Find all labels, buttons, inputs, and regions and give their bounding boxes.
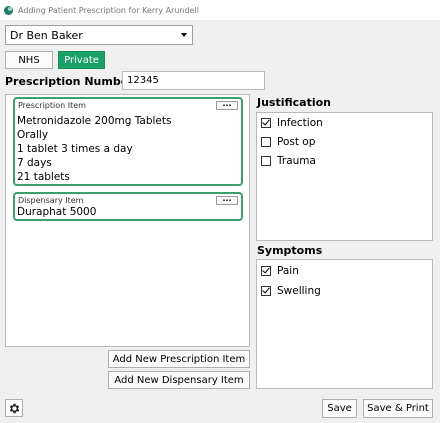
checkbox-label: Post op: [277, 136, 316, 148]
prescription-item-line: Orally: [17, 129, 49, 141]
prescription-item-menu-button[interactable]: ...: [216, 100, 238, 110]
checkbox-label: Swelling: [277, 285, 321, 297]
symptom-option-swelling[interactable]: Swelling: [261, 285, 321, 297]
nhs-button[interactable]: NHS: [5, 51, 53, 69]
checkbox[interactable]: [261, 266, 271, 276]
settings-button[interactable]: [5, 399, 23, 417]
chevron-down-icon: [181, 33, 187, 37]
justification-panel: Infection Post op Trauma: [256, 112, 433, 241]
prescription-number-input[interactable]: 12345: [122, 71, 265, 90]
prescription-item-caption: Prescription Item: [18, 101, 86, 110]
private-button[interactable]: Private: [58, 51, 105, 69]
justification-option-post-op[interactable]: Post op: [261, 136, 315, 148]
window-title: Adding Patient Prescription for Kerry Ar…: [18, 5, 199, 15]
checkbox[interactable]: [261, 118, 271, 128]
checkbox[interactable]: [261, 286, 271, 296]
justification-option-trauma[interactable]: Trauma: [261, 155, 316, 167]
checkbox-label: Infection: [277, 117, 323, 129]
dispensary-item-card[interactable]: Dispensary Item ... Duraphat 5000: [13, 192, 243, 221]
justification-option-infection[interactable]: Infection: [261, 117, 323, 129]
checkbox-label: Trauma: [277, 155, 316, 167]
symptoms-title: Symptoms: [257, 244, 323, 257]
save-button[interactable]: Save: [322, 399, 357, 418]
dispensary-item-caption: Dispensary Item: [18, 196, 84, 205]
dispensary-item-menu-button[interactable]: ...: [216, 195, 238, 205]
items-panel: Prescription Item ... Metronidazole 200m…: [5, 94, 250, 347]
prescription-number-label: Prescription Number: [5, 75, 134, 88]
dispensary-item-line: Duraphat 5000: [17, 206, 97, 218]
symptom-option-pain[interactable]: Pain: [261, 265, 299, 277]
title-bar: Adding Patient Prescription for Kerry Ar…: [0, 0, 440, 20]
checkbox-label: Pain: [277, 265, 299, 277]
checkbox[interactable]: [261, 137, 271, 147]
prescription-item-line: 7 days: [17, 157, 52, 169]
doctor-select-value: Dr Ben Baker: [10, 28, 83, 42]
doctor-select[interactable]: Dr Ben Baker: [5, 25, 193, 45]
add-prescription-item-button[interactable]: Add New Prescription Item: [108, 350, 250, 368]
symptoms-panel: Pain Swelling: [256, 259, 433, 389]
prescription-item-line: Metronidazole 200mg Tablets: [17, 115, 172, 127]
checkbox[interactable]: [261, 156, 271, 166]
prescription-item-line: 21 tablets: [17, 171, 70, 183]
app-icon: [4, 5, 13, 15]
prescription-item-card[interactable]: Prescription Item ... Metronidazole 200m…: [13, 97, 243, 186]
save-and-print-button[interactable]: Save & Print: [363, 399, 433, 418]
prescription-item-line: 1 tablet 3 times a day: [17, 143, 133, 155]
justification-title: Justification: [257, 96, 332, 109]
add-dispensary-item-button[interactable]: Add New Dispensary Item: [108, 371, 250, 389]
gear-icon: [9, 403, 19, 413]
